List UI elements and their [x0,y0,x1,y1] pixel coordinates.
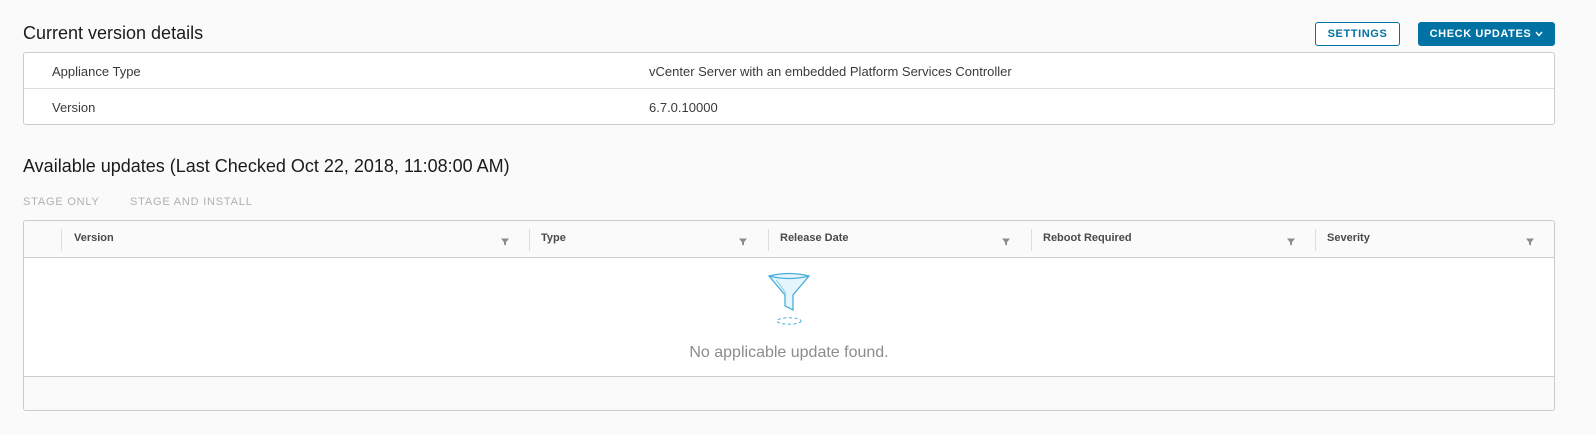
column-separator[interactable] [768,229,769,251]
datagrid-footer [24,376,1554,410]
settings-button-label: SETTINGS [1327,28,1388,40]
column-header-type[interactable]: Type [541,232,566,244]
current-version-title: Current version details [23,23,204,43]
detail-label: Appliance Type [52,64,141,79]
version-details-table: Appliance Type vCenter Server with an em… [23,52,1555,125]
column-separator [61,229,62,251]
column-separator[interactable] [1315,229,1316,251]
empty-state-message: No applicable update found. [689,344,889,361]
detail-row-appliance-type: Appliance Type vCenter Server with an em… [24,53,1554,89]
column-header-severity[interactable]: Severity [1327,232,1370,244]
stage-only-button[interactable]: STAGE ONLY [23,196,100,208]
stage-and-install-button[interactable]: STAGE AND INSTALL [130,196,253,208]
check-updates-button[interactable]: CHECK UPDATES [1418,22,1555,46]
settings-button[interactable]: SETTINGS [1315,22,1400,46]
column-header-release-date[interactable]: Release Date [780,232,849,244]
filter-icon[interactable] [738,234,748,246]
detail-label: Version [52,100,96,115]
available-updates-title: Available updates (Last Checked Oct 22, … [23,156,510,176]
detail-value: vCenter Server with an embedded Platform… [649,64,1012,79]
filter-icon[interactable] [1525,234,1535,246]
chevron-down-icon [1535,29,1543,39]
detail-value: 6.7.0.10000 [649,100,718,115]
column-header-reboot-required[interactable]: Reboot Required [1043,232,1132,244]
datagrid-header: Version Type Release Date Reboot Require… [24,221,1554,258]
column-separator[interactable] [1031,229,1032,251]
detail-row-version: Version 6.7.0.10000 [24,89,1554,125]
column-separator[interactable] [529,229,530,251]
filter-icon[interactable] [500,234,510,246]
column-header-version[interactable]: Version [74,232,114,244]
funnel-icon [766,272,812,328]
filter-icon[interactable] [1001,234,1011,246]
updates-datagrid: Version Type Release Date Reboot Require… [23,220,1555,411]
filter-icon[interactable] [1286,234,1296,246]
datagrid-body: No applicable update found. [24,258,1554,376]
check-updates-button-label: CHECK UPDATES [1429,28,1532,40]
